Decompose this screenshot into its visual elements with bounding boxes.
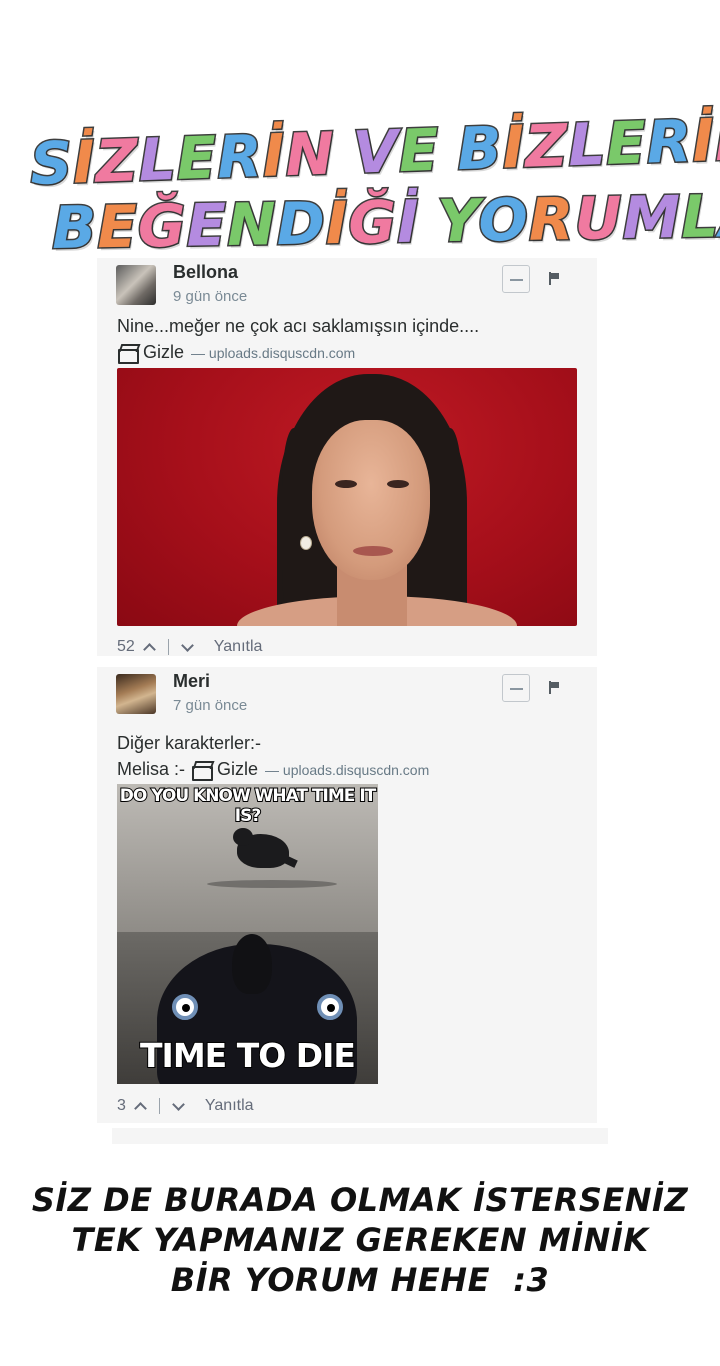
divider <box>158 1098 160 1114</box>
portrait-lips <box>353 546 393 556</box>
footer-line-3: BİR YORUM HEHE :3 <box>170 1261 550 1299</box>
media-source[interactable]: — uploads.disquscdn.com <box>265 762 429 778</box>
footer-line-1: SİZ DE BURADA OLMAK İSTERSENİZ <box>31 1181 689 1219</box>
comment-timestamp[interactable]: 9 gün önce <box>173 288 247 305</box>
vote-count: 3 <box>117 1097 126 1114</box>
reply-link[interactable]: Yanıtla <box>214 638 263 656</box>
downvote-icon[interactable] <box>172 1097 185 1111</box>
meme-top-caption: DO YOU KNOW WHAT TIME IT IS? <box>119 785 378 827</box>
crow-eye-right <box>317 994 343 1020</box>
comment-text: Diğer karakterler:- <box>117 733 262 753</box>
divider <box>167 639 169 655</box>
media-icon[interactable] <box>191 761 214 781</box>
upvote-icon[interactable] <box>142 642 156 656</box>
comment-text: Nine...meğer ne çok acı saklamışsın için… <box>117 316 480 336</box>
portrait-eye-right <box>387 480 409 488</box>
collapse-button[interactable] <box>502 674 530 702</box>
flag-icon[interactable] <box>549 681 561 695</box>
reply-link[interactable]: Yanıtla <box>205 1097 254 1115</box>
media-icon[interactable] <box>117 344 139 364</box>
hide-media-link[interactable]: Gizle <box>143 342 184 363</box>
media-toggle: Gizle — uploads.disquscdn.com <box>117 342 355 364</box>
portrait-earring <box>300 536 312 550</box>
vote-count: 52 <box>117 638 135 655</box>
footer-line-2: TEK YAPMANIZ GEREKEN MİNİK <box>71 1221 649 1259</box>
vote-bar: 52 Yanıtla <box>117 638 262 656</box>
attached-image-portrait[interactable] <box>117 368 577 626</box>
crow-shadow <box>207 880 337 888</box>
flag-icon[interactable] <box>549 272 561 286</box>
media-source[interactable]: — uploads.disquscdn.com <box>191 345 355 361</box>
collapse-button[interactable] <box>502 265 530 293</box>
crow-eye-left <box>172 994 198 1020</box>
attached-image-meme[interactable]: DO YOU KNOW WHAT TIME IT IS? TIME TO DIE <box>117 784 378 1084</box>
portrait-eye-left <box>335 480 357 488</box>
comment-author[interactable]: Bellona <box>173 262 238 283</box>
page-title: SİZLERİNVEBİZLERİNEN BEĞENDİĞİYORUMLAR! <box>0 80 720 270</box>
avatar[interactable] <box>116 674 156 714</box>
comment-card: Meri 7 gün önce Diğer karakterler:- Meli… <box>97 667 597 1123</box>
portrait-hair-right <box>422 428 462 626</box>
comment-card: Bellona 9 gün önce Nine...meğer ne çok a… <box>97 258 597 656</box>
title-word: SİZLERİN <box>28 118 338 200</box>
footer-caption: SİZ DE BURADA OLMAK İSTERSENİZ TEK YAPMA… <box>0 1180 720 1300</box>
next-comment-strip <box>112 1128 608 1144</box>
meme-bottom-caption: TIME TO DIE <box>139 1035 357 1076</box>
comment-timestamp[interactable]: 7 gün önce <box>173 697 247 714</box>
title-word: VE <box>350 114 442 188</box>
crow-beak <box>232 934 272 994</box>
title-word: YORUMLAR! <box>435 180 720 257</box>
vote-bar: 3 Yanıtla <box>117 1097 254 1115</box>
crow-head <box>233 828 253 846</box>
media-toggle: Melisa :- Gizle — uploads.disquscdn.com <box>117 759 429 781</box>
title-line-1: SİZLERİNVEBİZLERİNEN <box>28 103 720 200</box>
downvote-icon[interactable] <box>180 638 194 652</box>
title-word: BEĞENDİĞİ <box>50 186 422 263</box>
comment-author[interactable]: Meri <box>173 671 210 692</box>
title-line-2: BEĞENDİĞİYORUMLAR! <box>50 180 720 263</box>
portrait-face <box>312 420 430 580</box>
avatar[interactable] <box>116 265 156 305</box>
title-word: BİZLERİN <box>455 103 720 185</box>
media-prefix-text: Melisa :- <box>117 759 186 779</box>
hide-media-link[interactable]: Gizle <box>217 759 258 780</box>
upvote-icon[interactable] <box>134 1101 147 1115</box>
